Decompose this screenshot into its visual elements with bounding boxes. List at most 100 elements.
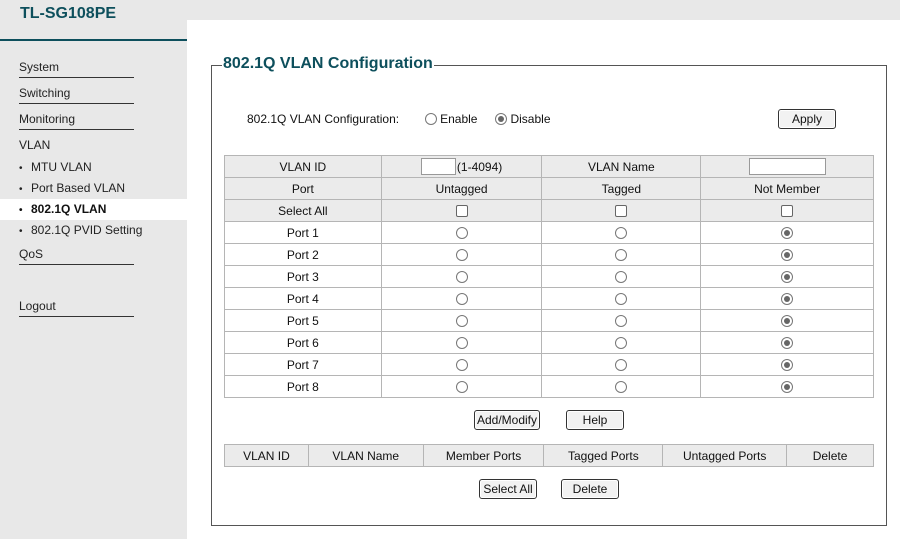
untagged-header: Untagged xyxy=(380,177,543,200)
port-header: Port xyxy=(224,177,382,200)
port-1-untagged-radio[interactable] xyxy=(455,227,468,240)
summary-col-untagged-ports: Untagged Ports xyxy=(662,444,788,467)
port-5-tagged-radio[interactable] xyxy=(615,315,628,328)
sidebar: System Switching Monitoring VLAN • MTU VL… xyxy=(0,41,187,539)
port-7-not-member-radio[interactable] xyxy=(781,359,794,372)
port-name: Port 5 xyxy=(224,309,382,332)
port-6-not-member-radio[interactable] xyxy=(781,337,794,350)
port-5-not-member-radio[interactable] xyxy=(781,315,794,328)
port-row: Port 8 xyxy=(224,375,874,398)
port-5-untagged-radio[interactable] xyxy=(455,315,468,328)
port-row: Port 7 xyxy=(224,353,874,376)
select-all-button[interactable]: Select All xyxy=(479,479,537,499)
sidebar-subitem-8021q-pvid[interactable]: • 802.1Q PVID Setting xyxy=(0,220,187,241)
port-8-tagged-radio[interactable] xyxy=(615,381,628,394)
delete-button[interactable]: Delete xyxy=(561,479,619,499)
vlan-id-row: VLAN ID (1-4094) VLAN Name xyxy=(224,155,874,178)
port-4-not-member-radio[interactable] xyxy=(781,293,794,306)
vlan-summary-table: VLAN ID VLAN Name Member Ports Tagged Po… xyxy=(224,444,874,467)
sidebar-item-qos[interactable]: QoS xyxy=(19,247,134,265)
port-row: Port 1 xyxy=(224,221,874,244)
summary-col-delete: Delete xyxy=(786,444,874,467)
port-config-table: VLAN ID (1-4094) VLAN Name Port Untagged… xyxy=(224,155,874,398)
port-3-not-member-radio[interactable] xyxy=(781,271,794,284)
vlan-id-input[interactable] xyxy=(420,158,456,175)
add-modify-button[interactable]: Add/Modify xyxy=(474,410,540,430)
sidebar-item-vlan[interactable]: VLAN xyxy=(19,138,134,155)
port-name: Port 8 xyxy=(224,375,382,398)
port-name: Port 4 xyxy=(224,287,382,310)
port-name: Port 7 xyxy=(224,353,382,376)
sidebar-item-system[interactable]: System xyxy=(19,60,134,78)
page-title: 802.1Q VLAN Configuration xyxy=(222,55,434,73)
port-name: Port 2 xyxy=(224,243,382,266)
port-1-tagged-radio[interactable] xyxy=(615,227,628,240)
sidebar-item-switching[interactable]: Switching xyxy=(19,86,134,104)
select-all-label: Select All xyxy=(224,199,382,222)
vlan-id-cell: (1-4094) xyxy=(380,155,543,178)
enable-option[interactable]: Enable xyxy=(425,112,477,126)
select-all-not-member-checkbox[interactable] xyxy=(781,205,794,218)
port-name: Port 6 xyxy=(224,331,382,354)
port-7-untagged-radio[interactable] xyxy=(455,359,468,372)
disable-radio[interactable] xyxy=(495,113,508,125)
vlan-mode-label: 802.1Q VLAN Configuration: xyxy=(247,112,400,126)
port-7-tagged-radio[interactable] xyxy=(615,359,628,372)
summary-col-vlan-id: VLAN ID xyxy=(224,444,309,467)
port-1-not-member-radio[interactable] xyxy=(781,227,794,240)
tagged-header: Tagged xyxy=(541,177,702,200)
not-member-header: Not Member xyxy=(700,177,874,200)
sidebar-subitem-mtu-vlan[interactable]: • MTU VLAN xyxy=(0,157,187,178)
bullet-icon: • xyxy=(19,184,23,195)
port-row: Port 5 xyxy=(224,309,874,332)
vlan-name-label: VLAN Name xyxy=(541,155,702,178)
port-3-untagged-radio[interactable] xyxy=(455,271,468,284)
bullet-icon: • xyxy=(19,163,23,174)
vlan-id-range: (1-4094) xyxy=(456,159,503,174)
port-8-untagged-radio[interactable] xyxy=(455,381,468,394)
port-row: Port 2 xyxy=(224,243,874,266)
summary-col-tagged-ports: Tagged Ports xyxy=(543,444,664,467)
vlan-name-input[interactable] xyxy=(748,158,826,175)
sidebar-subitem-label: Port Based VLAN xyxy=(31,181,126,195)
select-all-untagged-checkbox[interactable] xyxy=(455,205,468,218)
summary-col-vlan-name: VLAN Name xyxy=(307,444,424,467)
select-all-row: Select All xyxy=(224,199,874,222)
port-6-tagged-radio[interactable] xyxy=(615,337,628,350)
sidebar-item-logout[interactable]: Logout xyxy=(19,299,134,317)
summary-col-member-ports: Member Ports xyxy=(422,444,545,467)
sidebar-subitem-port-based-vlan[interactable]: • Port Based VLAN xyxy=(0,178,187,199)
port-2-untagged-radio[interactable] xyxy=(455,249,468,262)
bullet-icon: • xyxy=(19,226,23,237)
port-row: Port 6 xyxy=(224,331,874,354)
port-8-not-member-radio[interactable] xyxy=(781,381,794,394)
sidebar-subitem-label: MTU VLAN xyxy=(31,160,92,174)
enable-label: Enable xyxy=(440,112,478,126)
port-row: Port 3 xyxy=(224,265,874,288)
select-all-tagged-checkbox[interactable] xyxy=(615,205,628,218)
apply-button[interactable]: Apply xyxy=(778,109,836,129)
sidebar-subitem-8021q-vlan[interactable]: • 802.1Q VLAN xyxy=(0,199,187,220)
sidebar-subitem-label: 802.1Q VLAN xyxy=(31,202,107,216)
summary-header-row: VLAN ID VLAN Name Member Ports Tagged Po… xyxy=(224,444,874,467)
port-header-row: Port Untagged Tagged Not Member xyxy=(224,177,874,200)
sidebar-subitem-label: 802.1Q PVID Setting xyxy=(31,223,143,237)
vlan-name-cell xyxy=(700,155,874,178)
port-name: Port 1 xyxy=(224,221,382,244)
port-4-tagged-radio[interactable] xyxy=(615,293,628,306)
port-name: Port 3 xyxy=(224,265,382,288)
bullet-icon: • xyxy=(19,205,23,216)
help-button[interactable]: Help xyxy=(566,410,624,430)
disable-label: Disable xyxy=(510,112,551,126)
enable-radio[interactable] xyxy=(425,113,438,125)
port-3-tagged-radio[interactable] xyxy=(615,271,628,284)
vlan-id-label: VLAN ID xyxy=(224,155,382,178)
port-row: Port 4 xyxy=(224,287,874,310)
port-2-not-member-radio[interactable] xyxy=(781,249,794,262)
port-4-untagged-radio[interactable] xyxy=(455,293,468,306)
main-panel: 802.1Q VLAN Configuration 802.1Q VLAN Co… xyxy=(187,20,900,539)
disable-option[interactable]: Disable xyxy=(495,112,551,126)
port-2-tagged-radio[interactable] xyxy=(615,249,628,262)
sidebar-item-monitoring[interactable]: Monitoring xyxy=(19,112,134,130)
port-6-untagged-radio[interactable] xyxy=(455,337,468,350)
